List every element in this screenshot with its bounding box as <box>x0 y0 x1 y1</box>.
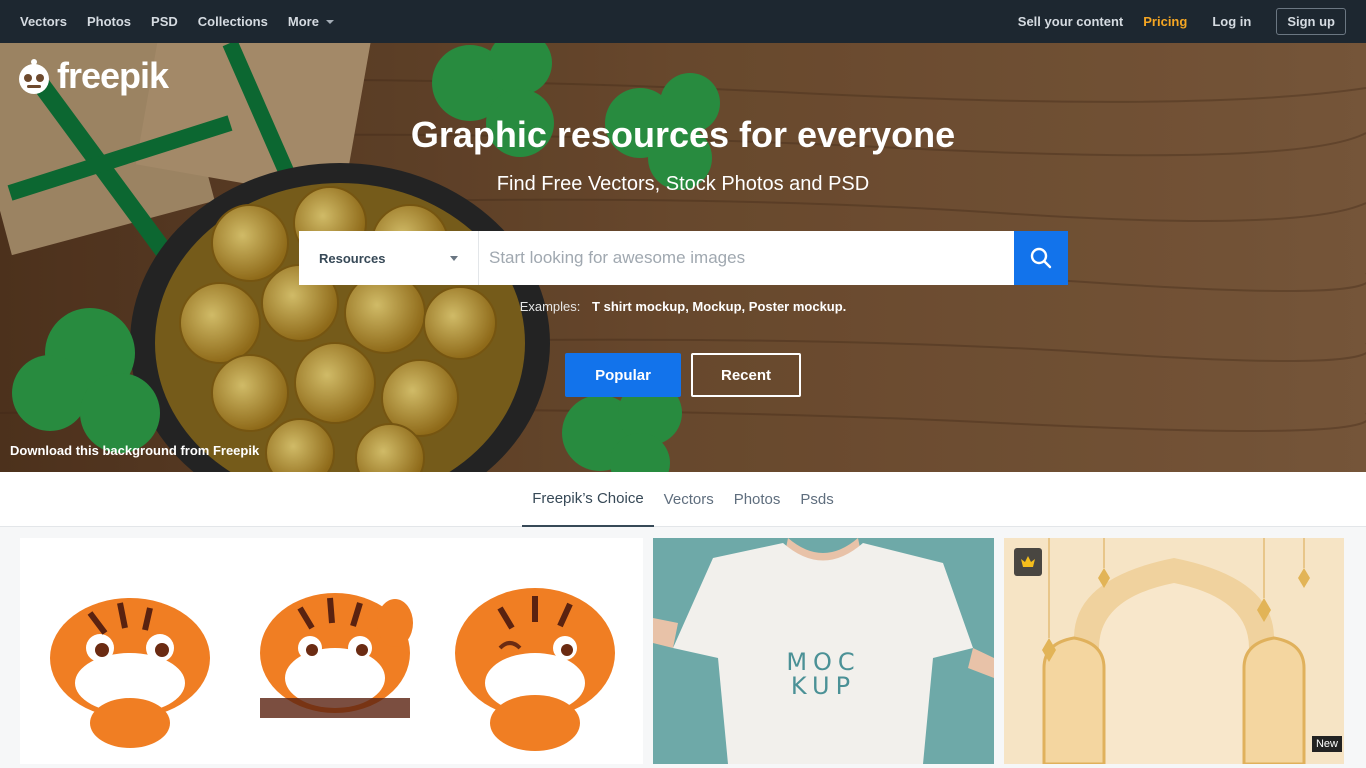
hero-title: Graphic resources for everyone <box>410 114 956 155</box>
search-input[interactable] <box>479 231 1014 285</box>
tab-vectors[interactable]: Vectors <box>654 472 724 527</box>
pricing-link[interactable]: Pricing <box>1143 14 1187 29</box>
premium-badge <box>1014 548 1042 576</box>
hero-subtitle: Find Free Vectors, Stock Photos and PSD <box>496 173 870 195</box>
search-examples: Examples: T shirt mockup, Mockup, Poster… <box>0 299 1366 314</box>
nav-right: Sell your content Pricing Log in Sign up <box>993 8 1346 35</box>
nav-psd[interactable]: PSD <box>151 14 178 29</box>
popular-button[interactable]: Popular <box>565 353 681 397</box>
resource-card-tshirt-mockup[interactable]: MOC KUP <box>653 538 994 764</box>
freepik-logo-icon <box>19 59 49 94</box>
search-icon <box>1030 247 1052 269</box>
background-credit-link[interactable]: Download this background from Freepik <box>10 443 259 458</box>
tab-psds[interactable]: Psds <box>790 472 843 527</box>
sell-content-link[interactable]: Sell your content <box>1018 14 1123 29</box>
resource-type-select[interactable]: Resources <box>299 231 479 285</box>
nav-more[interactable]: More <box>288 14 334 29</box>
nav-collections[interactable]: Collections <box>198 14 268 29</box>
resource-type-value: Resources <box>319 250 386 266</box>
nav-more-label: More <box>287 14 319 29</box>
chevron-down-icon <box>325 20 334 24</box>
logo-wordmark: freepik <box>57 55 169 96</box>
search-bar: Resources <box>299 231 1068 285</box>
signup-button[interactable]: Sign up <box>1276 8 1346 35</box>
new-badge: New <box>1311 736 1342 752</box>
golden-arch-illustration <box>1004 538 1344 764</box>
recent-button[interactable]: Recent <box>691 353 801 397</box>
hero-banner: freepik Graphic resources for everyone F… <box>0 43 1366 472</box>
mockup-text-line2: KUP <box>790 672 857 700</box>
freepik-logo[interactable]: freepik <box>15 55 169 97</box>
nav-vectors[interactable]: Vectors <box>20 14 67 29</box>
tiger-illustration <box>50 588 615 751</box>
login-link[interactable]: Log in <box>1212 14 1251 29</box>
tab-freepiks-choice[interactable]: Freepik’s Choice <box>522 472 654 527</box>
nav-left: Vectors Photos PSD Collections More <box>20 14 354 29</box>
resource-card-tigers[interactable] <box>20 538 643 764</box>
examples-links[interactable]: T shirt mockup, Mockup, Poster mockup. <box>592 299 846 314</box>
content-tabs: Freepik’s Choice Vectors Photos Psds <box>0 472 1366 527</box>
tab-photos[interactable]: Photos <box>724 472 791 527</box>
examples-label: Examples: <box>519 299 581 314</box>
nav-photos[interactable]: Photos <box>87 14 131 29</box>
chevron-down-icon <box>450 256 458 261</box>
resource-card-golden-arch[interactable]: New <box>1004 538 1344 764</box>
crown-icon <box>1021 556 1035 567</box>
top-nav: Vectors Photos PSD Collections More Sell… <box>0 0 1366 43</box>
search-button[interactable] <box>1014 231 1068 285</box>
